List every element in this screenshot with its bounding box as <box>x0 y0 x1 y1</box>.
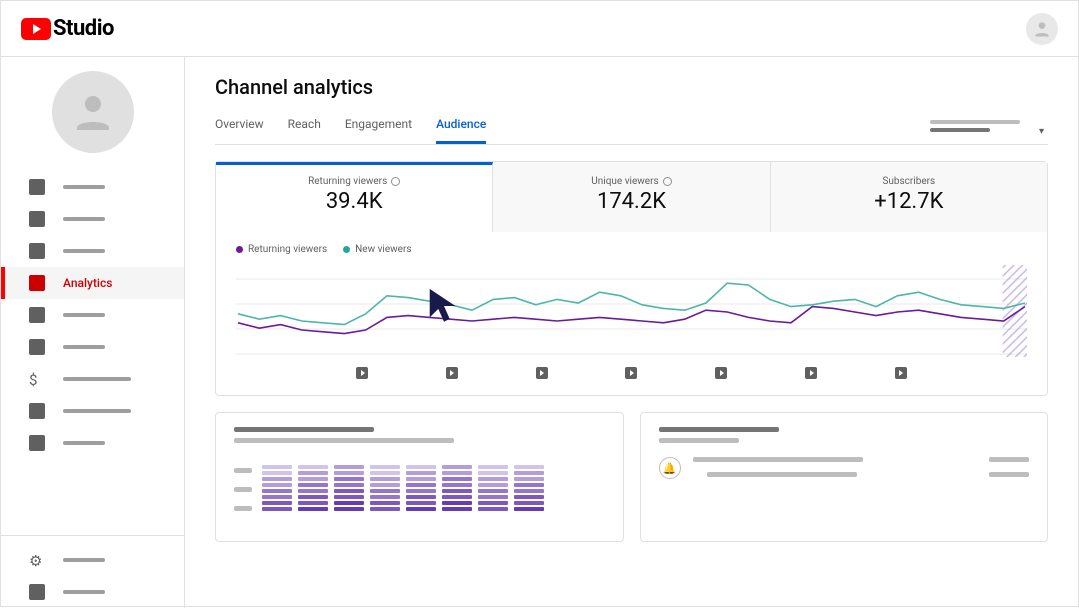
bell-icon: 🔔 <box>659 457 681 479</box>
sidebar-item-dashboard[interactable] <box>1 171 184 203</box>
audience-chart-card: Returning viewers 39.4K Unique viewers 1… <box>215 161 1048 396</box>
sidebar-nav: Analytics $ <box>1 171 184 535</box>
top-bar: Studio <box>1 1 1078 57</box>
magic-wand-icon <box>29 403 45 419</box>
play-marker-icon[interactable] <box>805 367 817 379</box>
metric-subscribers[interactable]: Subscribers +12.7K <box>771 162 1047 232</box>
legend-dot-icon <box>236 246 243 253</box>
dashboard-icon <box>29 179 45 195</box>
sidebar-item-subtitles[interactable] <box>1 331 184 363</box>
studio-logo[interactable]: Studio <box>21 16 114 41</box>
subtitles-icon <box>29 339 45 355</box>
tab-engagement[interactable]: Engagement <box>345 107 412 144</box>
secondary-cards: 🔔 <box>215 412 1048 542</box>
metric-returning-viewers[interactable]: Returning viewers 39.4K <box>216 162 493 232</box>
legend-item-new: New viewers <box>343 244 411 255</box>
sidebar-item-feedback[interactable] <box>1 576 184 608</box>
feedback-icon <box>29 584 45 600</box>
metric-tabs: Returning viewers 39.4K Unique viewers 1… <box>216 162 1047 232</box>
play-marker-icon[interactable] <box>356 367 368 379</box>
play-marker-icon[interactable] <box>536 367 548 379</box>
heatmap-bars <box>262 465 544 511</box>
channel-avatar[interactable] <box>52 71 134 153</box>
sidebar-item-audio[interactable] <box>1 427 184 459</box>
tab-reach[interactable]: Reach <box>288 107 321 144</box>
metric-label-text: Subscribers <box>882 176 935 187</box>
legend-item-returning: Returning viewers <box>236 244 327 255</box>
tab-overview[interactable]: Overview <box>215 107 264 144</box>
playlist-icon <box>29 243 45 259</box>
sidebar-item-monetization[interactable]: $ <box>1 363 184 395</box>
logo-text: Studio <box>53 16 114 41</box>
play-marker-icon[interactable] <box>446 367 458 379</box>
play-marker-icon[interactable] <box>715 367 727 379</box>
person-icon <box>69 88 117 136</box>
tabs-row: Overview Reach Engagement Audience <box>215 107 1048 145</box>
main-content: Channel analytics Overview Reach Engagem… <box>185 57 1078 608</box>
youtube-play-icon <box>21 18 51 40</box>
sidebar-item-comments[interactable] <box>1 299 184 331</box>
play-marker-icon[interactable] <box>625 367 637 379</box>
account-avatar[interactable] <box>1026 13 1058 45</box>
dollar-icon: $ <box>29 371 45 387</box>
sidebar-item-label: Analytics <box>63 276 112 290</box>
sidebar: Analytics $ ⚙ <box>1 57 185 608</box>
metric-value: +12.7K <box>781 189 1037 214</box>
date-range-picker[interactable] <box>930 120 1048 132</box>
audio-library-icon <box>29 435 45 451</box>
subscriber-bell-card[interactable]: 🔔 <box>640 412 1049 542</box>
line-chart[interactable] <box>216 259 1047 395</box>
metric-label-text: Unique viewers <box>591 176 658 187</box>
metric-value: 39.4K <box>226 189 482 214</box>
comments-icon <box>29 307 45 323</box>
when-viewers-card[interactable] <box>215 412 624 542</box>
video-publish-markers <box>236 367 1027 379</box>
info-icon[interactable] <box>663 177 672 186</box>
analytics-icon <box>29 275 45 291</box>
sidebar-item-analytics[interactable]: Analytics <box>1 267 184 299</box>
sidebar-item-playlists[interactable] <box>1 235 184 267</box>
info-icon[interactable] <box>391 177 400 186</box>
sidebar-item-settings[interactable]: ⚙ <box>1 544 184 576</box>
play-marker-icon[interactable] <box>895 367 907 379</box>
legend-dot-icon <box>343 246 350 253</box>
analytics-tabs: Overview Reach Engagement Audience <box>215 107 486 144</box>
sidebar-item-content[interactable] <box>1 203 184 235</box>
chart-legend: Returning viewers New viewers <box>216 232 1047 259</box>
gear-icon: ⚙ <box>29 552 45 568</box>
sidebar-item-customization[interactable] <box>1 395 184 427</box>
metric-value: 174.2K <box>503 189 759 214</box>
video-library-icon <box>29 211 45 227</box>
tab-audience[interactable]: Audience <box>436 107 486 144</box>
person-icon <box>1032 19 1052 39</box>
sidebar-bottom: ⚙ <box>1 535 184 608</box>
page-title: Channel analytics <box>215 75 1048 99</box>
metric-label-text: Returning viewers <box>308 176 387 187</box>
metric-unique-viewers[interactable]: Unique viewers 174.2K <box>493 162 770 232</box>
